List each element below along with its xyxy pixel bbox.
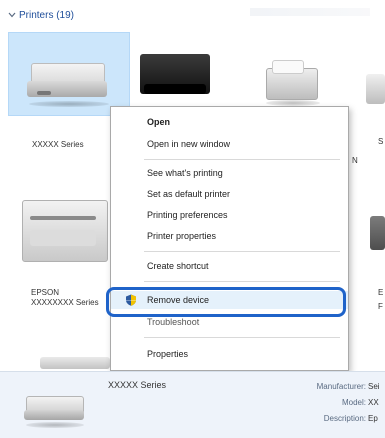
details-pane: XXXXX Series Manufacturer: Sei Model: XX… (0, 371, 385, 438)
manufacturer-value: Sei (368, 382, 380, 391)
menu-item-open[interactable]: Open (111, 113, 348, 131)
chevron-down-icon (8, 12, 16, 18)
partial-label: F (378, 302, 383, 311)
description-value: Ep (368, 414, 378, 423)
menu-item-printing-preferences[interactable]: Printing preferences (111, 206, 348, 224)
menu-item-set-default[interactable]: Set as default printer (111, 185, 348, 203)
model-label: Model: (341, 398, 366, 407)
printers-group-header[interactable]: Printers (19) (8, 6, 74, 24)
menu-item-printer-properties[interactable]: Printer properties (111, 227, 348, 245)
toolbar-faded (250, 8, 370, 16)
printer-icon[interactable] (138, 48, 218, 108)
printer-icon (23, 51, 113, 111)
manufacturer-label: Manufacturer: (316, 382, 366, 391)
fax-icon[interactable] (262, 58, 322, 113)
printer-icon[interactable] (16, 190, 112, 270)
details-device-name: XXXXX Series (108, 380, 167, 390)
model-value: XX (368, 398, 379, 407)
device-tile-xxxxx-series[interactable] (8, 32, 130, 116)
menu-separator (144, 281, 340, 282)
menu-item-create-shortcut[interactable]: Create shortcut (111, 257, 348, 275)
menu-item-open-new-window[interactable]: Open in new window (111, 135, 348, 153)
highlight-ring (106, 287, 346, 317)
partial-label: N (352, 156, 358, 165)
partial-label: E (378, 288, 384, 297)
printer-icon[interactable] (370, 216, 385, 256)
menu-item-see-printing[interactable]: See what's printing (111, 164, 348, 182)
printer-icon (22, 386, 86, 430)
printers-group-title: Printers (19) (19, 9, 75, 21)
partial-label: S (378, 137, 384, 146)
printer-icon[interactable] (366, 66, 385, 110)
description-label: Description: (323, 414, 366, 423)
printer-icon[interactable] (40, 353, 120, 369)
menu-separator (144, 251, 340, 252)
menu-separator (144, 159, 340, 160)
context-menu: Open Open in new window See what's print… (110, 106, 349, 371)
device-label: XXXXX Series (32, 140, 84, 149)
menu-item-properties[interactable]: Properties (111, 345, 348, 363)
menu-separator (144, 337, 340, 338)
device-label: EPSON XXXXXXXX Series (31, 288, 99, 307)
